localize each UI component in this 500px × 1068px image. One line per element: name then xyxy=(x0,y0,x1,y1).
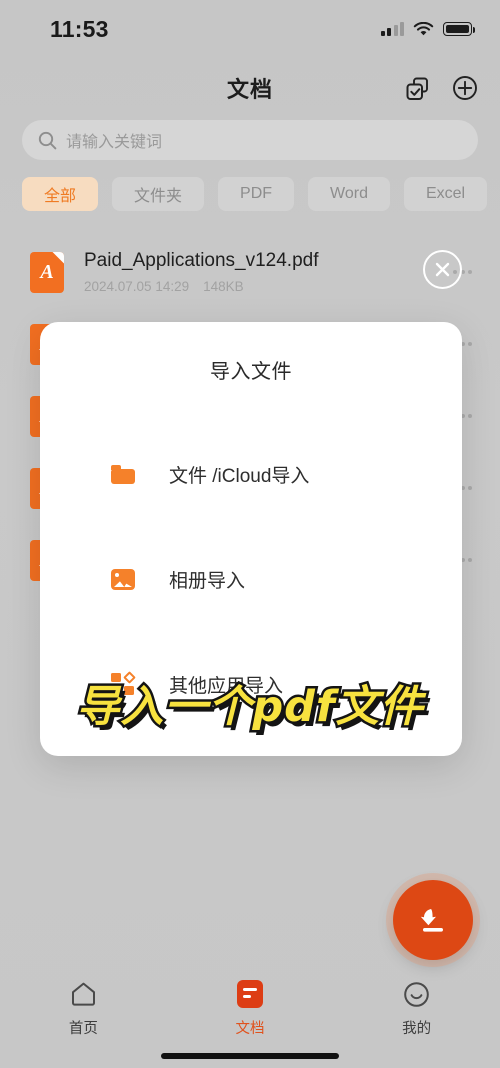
close-x-icon xyxy=(435,262,450,277)
home-icon xyxy=(70,980,97,1008)
search-input[interactable]: 请输入关键词 xyxy=(22,120,478,160)
modal-title: 导入文件 xyxy=(210,361,292,383)
import-fab-button[interactable] xyxy=(393,880,473,960)
tab-bar[interactable]: 首页 文档 我的 xyxy=(0,960,500,1068)
search-icon xyxy=(38,131,57,149)
filter-chip-folder[interactable]: 文件夹 xyxy=(112,177,205,211)
wifi-icon xyxy=(413,21,434,35)
file-size: 148KB xyxy=(203,279,244,294)
import-download-icon xyxy=(420,909,443,932)
file-name: Paid_Applications_v124.pdf xyxy=(84,250,319,271)
multi-select-icon[interactable] xyxy=(404,75,430,101)
filter-chip-excel[interactable]: Excel xyxy=(403,177,488,211)
tab-profile[interactable]: 我的 xyxy=(333,980,500,1038)
status-indicators xyxy=(380,21,476,37)
app-screen: 11:53 文档 请输入关键词 全部 文件夹 PDF Word Excel A … xyxy=(0,0,500,1068)
profile-smiley-icon xyxy=(403,980,430,1008)
page-title: 文档 xyxy=(226,77,273,102)
folder-icon xyxy=(110,462,136,488)
import-option-label: 文件 /iCloud导入 xyxy=(169,466,310,487)
tab-label: 我的 xyxy=(402,1021,432,1037)
document-icon xyxy=(237,980,263,1008)
tab-documents[interactable]: 文档 xyxy=(167,980,334,1038)
filter-chip-row[interactable]: 全部 文件夹 PDF Word Excel xyxy=(22,177,500,211)
filter-chip-pdf[interactable]: PDF xyxy=(218,177,295,211)
import-option-files-icloud[interactable]: 文件 /iCloud导入 xyxy=(40,422,462,527)
photo-library-icon xyxy=(110,567,136,593)
tab-label: 文档 xyxy=(235,1021,265,1037)
filter-chip-word[interactable]: Word xyxy=(308,177,390,211)
import-option-label: 相册导入 xyxy=(169,571,246,592)
status-bar: 11:53 xyxy=(0,0,500,58)
search-placeholder: 请输入关键词 xyxy=(66,134,163,151)
battery-icon xyxy=(443,22,476,36)
close-button[interactable] xyxy=(423,250,462,289)
file-sub: 2024.07.05 14:29 148KB xyxy=(84,279,319,294)
file-date: 2024.07.05 14:29 xyxy=(84,279,190,294)
file-meta: Paid_Applications_v124.pdf 2024.07.05 14… xyxy=(84,250,319,294)
nav-header: 文档 xyxy=(0,62,500,114)
nav-actions xyxy=(404,75,478,101)
plus-circle-icon[interactable] xyxy=(452,75,478,101)
cellular-signal-icon xyxy=(380,22,404,36)
tab-label: 首页 xyxy=(68,1021,98,1037)
import-option-photos[interactable]: 相册导入 xyxy=(40,527,462,632)
pdf-file-icon: A xyxy=(30,251,64,293)
caption-overlay: 导入一个pdf文件 xyxy=(74,680,425,735)
tab-home[interactable]: 首页 xyxy=(0,980,167,1038)
status-time: 11:53 xyxy=(50,15,109,42)
filter-chip-all[interactable]: 全部 xyxy=(22,177,99,211)
home-indicator xyxy=(161,1053,339,1059)
